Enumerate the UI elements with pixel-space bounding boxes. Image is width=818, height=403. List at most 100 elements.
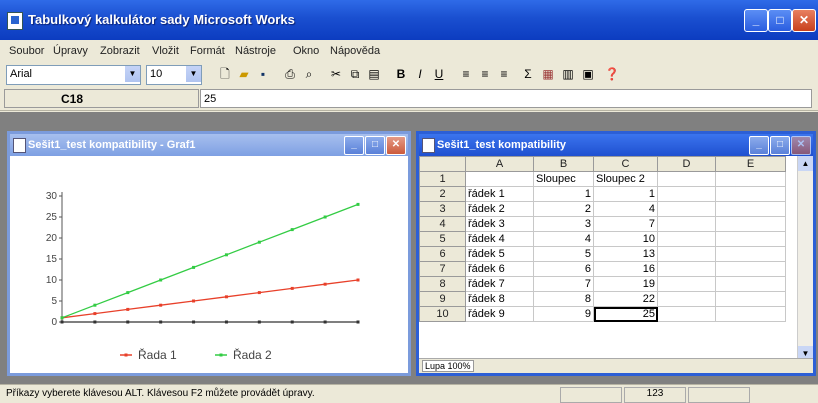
cell[interactable]: 5	[533, 246, 594, 262]
align-left-icon[interactable]: ≡	[458, 66, 474, 82]
select-all-corner[interactable]	[419, 156, 466, 172]
cell[interactable]	[715, 171, 786, 187]
open-folder-icon[interactable]: ▰	[236, 66, 252, 82]
print-preview-icon[interactable]: ⌕	[301, 66, 317, 82]
cell[interactable]: řádek 1	[465, 186, 534, 202]
cell[interactable]: 13	[593, 246, 658, 262]
cell[interactable]	[715, 216, 786, 232]
cell[interactable]	[657, 216, 716, 232]
menu-napoveda[interactable]: Nápověda	[330, 45, 380, 57]
cell[interactable]	[657, 276, 716, 292]
menu-soubor[interactable]: Soubor	[9, 45, 44, 57]
cell[interactable]	[657, 306, 716, 322]
cell[interactable]: 3	[533, 216, 594, 232]
font-select[interactable]: Arial ▼	[6, 65, 141, 85]
autosum-icon[interactable]: Σ	[520, 66, 536, 82]
cell[interactable]: řádek 8	[465, 291, 534, 307]
menu-nastroje[interactable]: Nástroje	[235, 45, 276, 57]
cell[interactable]	[657, 246, 716, 262]
cell[interactable]: 25	[593, 306, 658, 322]
cell[interactable]: 1	[593, 186, 658, 202]
column-header[interactable]: E	[715, 156, 786, 172]
cell[interactable]: řádek 5	[465, 246, 534, 262]
menu-zobrazit[interactable]: Zobrazit	[100, 45, 140, 57]
formula-input[interactable]: 25	[200, 89, 812, 108]
cell[interactable]	[657, 261, 716, 277]
column-header[interactable]: D	[657, 156, 716, 172]
cell[interactable]: řádek 4	[465, 231, 534, 247]
cell[interactable]	[657, 291, 716, 307]
chart-window[interactable]: Sešit1_test kompatibility - Graf1 _ □ ✕ …	[7, 131, 411, 376]
cell[interactable]: řádek 7	[465, 276, 534, 292]
cell[interactable]: 19	[593, 276, 658, 292]
zoom-control[interactable]: Lupa 100%	[422, 360, 474, 372]
chart-window-titlebar[interactable]: Sešit1_test kompatibility - Graf1 _ □ ✕	[10, 134, 408, 156]
align-right-icon[interactable]: ≡	[496, 66, 512, 82]
row-header[interactable]: 7	[419, 261, 466, 277]
cell[interactable]: 7	[533, 276, 594, 292]
cell[interactable]: 4	[593, 201, 658, 217]
cell[interactable]	[715, 276, 786, 292]
row-header[interactable]: 5	[419, 231, 466, 247]
menu-upravy[interactable]: Úpravy	[53, 45, 88, 57]
cell[interactable]	[657, 171, 716, 187]
close-button[interactable]: ✕	[792, 9, 816, 32]
cell[interactable]: Sloupec	[533, 171, 594, 187]
currency-icon[interactable]: ▦	[540, 66, 556, 82]
cell[interactable]: řádek 3	[465, 216, 534, 232]
print-icon[interactable]: ⎙	[282, 66, 298, 82]
spreadsheet-grid[interactable]: A B C D E 1 Sloupec Sloupec 2 2 řádek 1 1 1 3 řádek 2…	[419, 156, 786, 322]
help-icon[interactable]: ❓	[604, 66, 620, 82]
minimize-button[interactable]: _	[744, 9, 768, 32]
cell[interactable]: 4	[533, 231, 594, 247]
menu-okno[interactable]: Okno	[293, 45, 319, 57]
save-icon[interactable]: ▪	[255, 66, 271, 82]
cell[interactable]	[715, 261, 786, 277]
row-header[interactable]: 9	[419, 291, 466, 307]
font-size-select[interactable]: 10 ▼	[146, 65, 202, 85]
row-header[interactable]: 2	[419, 186, 466, 202]
cell[interactable]: řádek 9	[465, 306, 534, 322]
spreadsheet-window[interactable]: Sešit1_test kompatibility _ □ ✕ A B C D E 1 Sl…	[416, 131, 816, 376]
cell[interactable]: 9	[533, 306, 594, 322]
underline-icon[interactable]: U	[431, 66, 447, 82]
menu-format[interactable]: Formát	[190, 45, 225, 57]
task-launcher-icon[interactable]: ▣	[580, 66, 596, 82]
cell[interactable]: 2	[533, 201, 594, 217]
chart-maximize-button[interactable]: □	[365, 136, 385, 155]
new-file-icon[interactable]: 🗋	[217, 66, 233, 82]
scroll-up-icon[interactable]: ▲	[798, 156, 813, 171]
copy-icon[interactable]: ⧉	[347, 66, 363, 82]
sheet-close-button[interactable]: ✕	[791, 136, 811, 155]
cell[interactable]	[715, 231, 786, 247]
cell[interactable]: 6	[533, 261, 594, 277]
chart-minimize-button[interactable]: _	[344, 136, 364, 155]
cell-reference[interactable]: C18	[4, 89, 199, 108]
cell[interactable]	[715, 246, 786, 262]
cell[interactable]	[715, 186, 786, 202]
cut-icon[interactable]: ✂	[328, 66, 344, 82]
cell[interactable]: 1	[533, 186, 594, 202]
cell[interactable]: 7	[593, 216, 658, 232]
chart-close-button[interactable]: ✕	[386, 136, 406, 155]
sheet-maximize-button[interactable]: □	[770, 136, 790, 155]
paste-icon[interactable]: ▤	[366, 66, 382, 82]
align-center-icon[interactable]: ≡	[477, 66, 493, 82]
cell[interactable]: Sloupec 2	[593, 171, 658, 187]
cell[interactable]	[657, 231, 716, 247]
cell[interactable]: 8	[533, 291, 594, 307]
cell[interactable]: řádek 6	[465, 261, 534, 277]
column-header[interactable]: B	[533, 156, 594, 172]
chart-icon[interactable]: ▥	[560, 66, 576, 82]
cell[interactable]: 10	[593, 231, 658, 247]
cell[interactable]	[715, 306, 786, 322]
row-header[interactable]: 6	[419, 246, 466, 262]
cell[interactable]: řádek 2	[465, 201, 534, 217]
row-header[interactable]: 8	[419, 276, 466, 292]
menu-vlozit[interactable]: Vložit	[152, 45, 179, 57]
cell[interactable]: 16	[593, 261, 658, 277]
row-header[interactable]: 4	[419, 216, 466, 232]
cell[interactable]: 22	[593, 291, 658, 307]
row-header[interactable]: 10	[419, 306, 466, 322]
column-header[interactable]: C	[593, 156, 658, 172]
